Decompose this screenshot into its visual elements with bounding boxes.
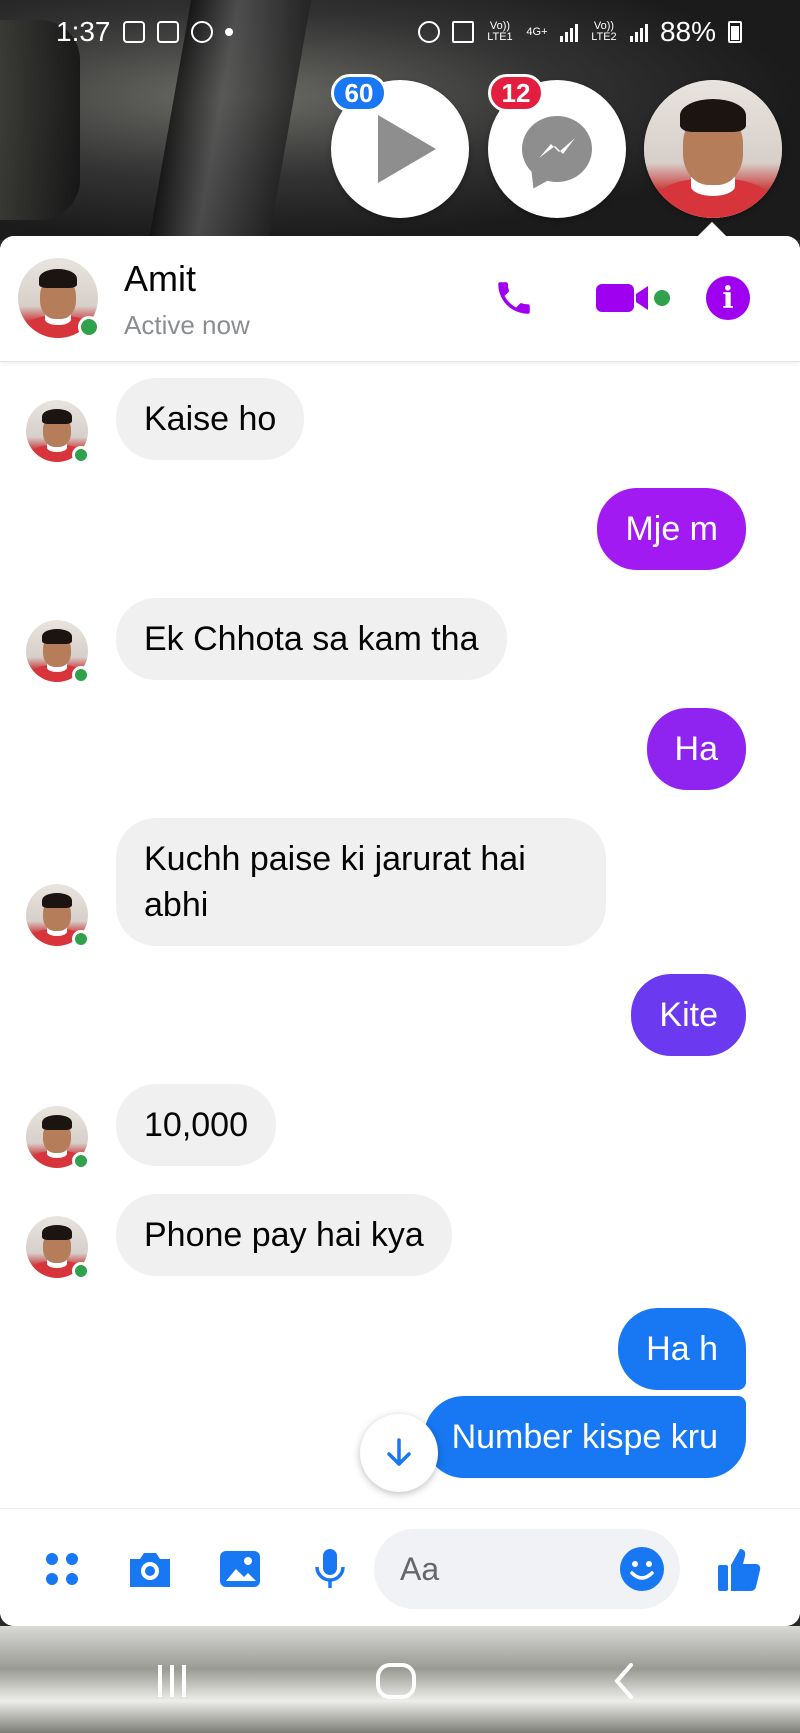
- recent-apps-icon: [158, 1665, 186, 1697]
- signal-strength-icon: [559, 22, 578, 42]
- gallery-icon: [220, 1551, 260, 1587]
- message-composer: [0, 1508, 800, 1626]
- incoming-message[interactable]: Phone pay hai kya: [116, 1194, 452, 1276]
- more-notifications-dot-icon: [224, 28, 233, 36]
- sender-avatar: [26, 884, 90, 948]
- voice-call-button[interactable]: [490, 274, 538, 322]
- outgoing-message[interactable]: Ha: [646, 708, 746, 790]
- status-time: 1:37: [56, 16, 111, 47]
- signal-strength-2-icon: [629, 22, 648, 42]
- message-list: Kaise ho Mje m Ek Chhota sa kam tha Ha K…: [0, 362, 800, 1502]
- contact-avatar[interactable]: [18, 258, 100, 338]
- whatsapp-notification-icon: [190, 21, 213, 43]
- message-input-field[interactable]: [374, 1529, 680, 1609]
- video-chat-head[interactable]: 60: [331, 74, 469, 218]
- sender-avatar: [26, 1106, 90, 1170]
- incoming-message[interactable]: 10,000: [116, 1084, 276, 1166]
- alarm-icon: [417, 21, 440, 43]
- online-indicator: [78, 316, 100, 338]
- contact-status: Active now: [124, 310, 250, 340]
- gallery-notification-icon: [122, 21, 145, 43]
- home-icon: [376, 1663, 416, 1699]
- video-badge: 60: [331, 74, 387, 112]
- scroll-to-bottom-button[interactable]: [360, 1414, 438, 1492]
- sender-avatar: [26, 1216, 90, 1280]
- incoming-message[interactable]: Kaise ho: [116, 378, 305, 460]
- outgoing-message[interactable]: Kite: [631, 974, 746, 1056]
- network-label-4g: 4G+: [526, 25, 548, 38]
- system-navigation-bar: [0, 1626, 800, 1733]
- messenger-chat-head[interactable]: 12: [488, 74, 626, 218]
- voicemail-notification-icon: [156, 21, 179, 43]
- like-button[interactable]: [716, 1545, 764, 1593]
- video-call-button[interactable]: [592, 274, 672, 322]
- grid-icon: [46, 1553, 78, 1585]
- more-actions-button[interactable]: [38, 1545, 86, 1593]
- home-button[interactable]: [366, 1656, 426, 1706]
- mute-icon: [451, 21, 474, 43]
- status-bar: 1:37 Vo)) LTE1 4G+ Vo)) LTE2 88%: [0, 0, 800, 64]
- messenger-badge: 12: [488, 74, 544, 112]
- info-button[interactable]: i: [704, 274, 752, 322]
- phone-icon: [498, 282, 530, 314]
- gallery-button[interactable]: [216, 1545, 264, 1593]
- video-icon: [596, 284, 670, 312]
- sender-avatar: [26, 620, 90, 684]
- info-icon: i: [706, 276, 750, 320]
- incoming-message[interactable]: Kuchh paise ki jarurat hai abhi: [116, 818, 606, 946]
- back-icon: [614, 1663, 633, 1699]
- thumbs-up-icon: [718, 1549, 761, 1591]
- network-label-lte1: Vo)) LTE1: [487, 20, 513, 43]
- battery-charging-icon: [728, 21, 742, 43]
- incoming-message[interactable]: Ek Chhota sa kam tha: [116, 598, 507, 680]
- contact-name[interactable]: Amit: [124, 258, 196, 300]
- amit-chat-head[interactable]: [644, 80, 782, 218]
- emoji-icon[interactable]: [618, 1545, 666, 1593]
- voice-message-button[interactable]: [306, 1545, 354, 1593]
- avatar: [644, 80, 782, 218]
- message-input[interactable]: [400, 1547, 600, 1591]
- chat-sheet: Amit Active now i Kaise ho Mje m Ek Chho…: [0, 236, 800, 1626]
- battery-percentage: 88%: [659, 16, 716, 47]
- conversation-header: Amit Active now i: [0, 236, 800, 362]
- outgoing-message[interactable]: Mje m: [597, 488, 746, 570]
- messenger-icon: [522, 116, 592, 182]
- sender-avatar: [26, 400, 90, 464]
- camera-icon: [130, 1553, 170, 1587]
- recent-apps-button[interactable]: [142, 1656, 202, 1706]
- outgoing-message[interactable]: Number kispe kru: [423, 1396, 746, 1478]
- outgoing-message[interactable]: Ha h: [618, 1308, 746, 1390]
- network-label-lte2: Vo)) LTE2: [591, 20, 617, 43]
- back-button[interactable]: [594, 1656, 654, 1706]
- camera-button[interactable]: [126, 1545, 174, 1593]
- play-icon: [378, 115, 436, 183]
- mic-icon: [315, 1549, 345, 1588]
- arrow-down-icon: [387, 1438, 411, 1466]
